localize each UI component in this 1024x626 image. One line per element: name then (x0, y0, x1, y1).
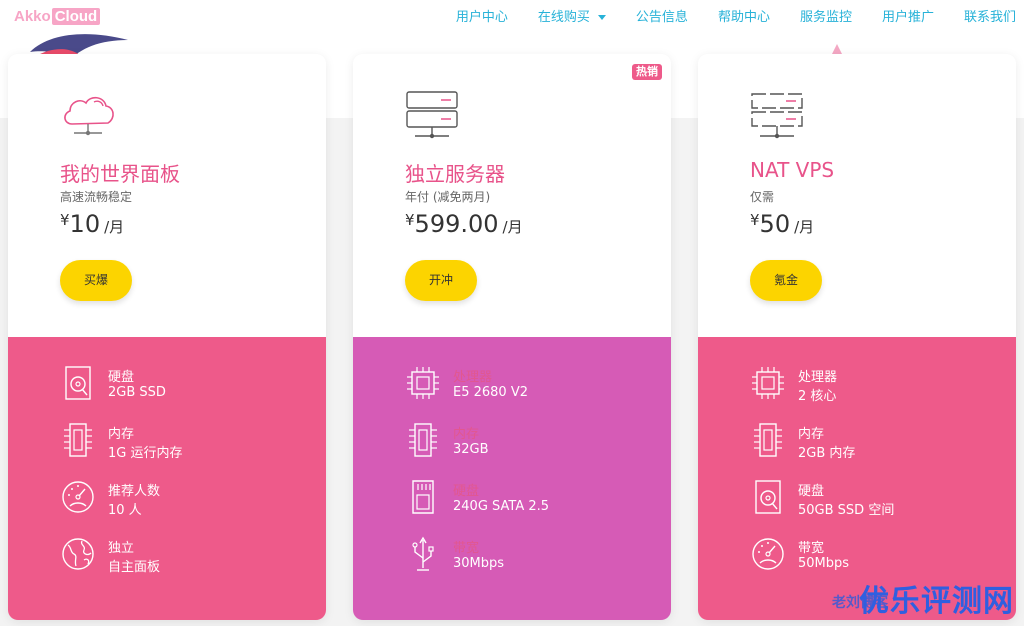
gauge-icon (752, 538, 784, 570)
top-nav: 用户中心 在线购买 公告信息 帮助中心 服务监控 用户推广 联系我们 (426, 8, 1016, 28)
spec-value: 自主面板 (108, 560, 161, 575)
plan-name: 独立服务器 (405, 162, 505, 186)
plan-name: NAT VPS (750, 158, 835, 182)
chevron-down-icon (597, 15, 606, 20)
watermark-brand: 优乐评测网 (859, 585, 1014, 618)
spec-item: 内存 1G 运行内存 (60, 422, 310, 462)
spec-label: 硬盘 (108, 370, 135, 385)
spec-item: 带宽 30Mbps (405, 536, 655, 576)
gauge-icon (62, 481, 94, 513)
memory-icon (754, 423, 782, 457)
spec-label: 硬盘 (798, 484, 825, 499)
nav-contact-us[interactable]: 联系我们 (964, 8, 1016, 28)
plan-name: 我的世界面板 (60, 162, 180, 186)
spec-item: 推荐人数 10 人 (60, 479, 310, 519)
spec-value: E5 2680 V2 (453, 385, 528, 400)
nav-user-center[interactable]: 用户中心 (456, 8, 508, 28)
disk-icon (755, 480, 781, 514)
spec-label: 内存 (108, 427, 135, 442)
server-icon (751, 93, 803, 139)
price-amount: 599.00 (414, 210, 499, 238)
spec-value: 50GB SSD 空间 (798, 503, 895, 518)
buy-button[interactable]: 开冲 (405, 260, 477, 301)
spec-value: 2GB SSD (108, 385, 166, 400)
plan-card-header: NAT VPS 仅需 ¥50/月 氪金 (698, 54, 1016, 337)
globe-icon (62, 538, 94, 570)
spec-item: 硬盘 50GB SSD 空间 (750, 479, 1000, 519)
currency-symbol: ¥ (60, 211, 70, 229)
usb-icon (412, 536, 434, 571)
plan-card-nat-vps: NAT VPS 仅需 ¥50/月 氪金 处理器 2 核心 内存 2GB 内存 硬… (698, 54, 1016, 620)
spec-label: 硬盘 (453, 484, 480, 499)
spec-label: 处理器 (453, 370, 493, 385)
spec-value: 2GB 内存 (798, 446, 856, 461)
spec-value: 50Mbps (798, 556, 850, 571)
spec-label: 带宽 (798, 541, 825, 556)
plan-specs: 硬盘 2GB SSD 内存 1G 运行内存 推荐人数 10 人 独立 自主面板 (8, 337, 326, 620)
spec-value: 10 人 (108, 503, 142, 518)
spec-item: 硬盘 2GB SSD (60, 365, 310, 405)
nav-help-center[interactable]: 帮助中心 (718, 8, 770, 28)
cpu-icon (407, 367, 439, 399)
price-amount: 50 (759, 210, 791, 238)
spec-item: 处理器 2 核心 (750, 365, 1000, 405)
spec-label: 带宽 (453, 541, 480, 556)
spec-value: 32GB (453, 442, 489, 457)
memory-icon (64, 423, 92, 457)
price-amount: 10 (69, 210, 101, 238)
plan-price: ¥50/月 (750, 210, 814, 238)
spec-value: 1G 运行内存 (108, 446, 183, 461)
plan-card-header: 热销 独立服务器 年付 (减免两月) ¥599.00/月 开冲 (353, 54, 671, 337)
server-icon (406, 91, 458, 139)
sd-card-icon (412, 480, 434, 514)
plan-card-dedicated-server: 热销 独立服务器 年付 (减免两月) ¥599.00/月 开冲 处理器 E5 2… (353, 54, 671, 620)
buy-button[interactable]: 买爆 (60, 260, 132, 301)
plan-price: ¥599.00/月 (405, 210, 523, 238)
plan-specs: 处理器 E5 2680 V2 内存 32GB 硬盘 240G SATA 2.5 … (353, 337, 671, 620)
spec-item: 带宽 50Mbps (750, 536, 1000, 576)
cloud-icon (64, 96, 114, 136)
nav-service-monitor[interactable]: 服务监控 (800, 8, 852, 28)
spec-label: 处理器 (798, 370, 838, 385)
cpu-icon (752, 367, 784, 399)
price-period: /月 (502, 218, 523, 236)
plan-card-header: 我的世界面板 高速流畅稳定 ¥10/月 买爆 (8, 54, 326, 337)
plan-subtitle: 仅需 (750, 190, 775, 204)
plan-card-minecraft: 我的世界面板 高速流畅稳定 ¥10/月 买爆 硬盘 2GB SSD 内存 1G … (8, 54, 326, 620)
spec-item: 硬盘 240G SATA 2.5 (405, 479, 655, 519)
plan-price: ¥10/月 (60, 210, 124, 238)
buy-button[interactable]: 氪金 (750, 260, 822, 301)
spec-label: 推荐人数 (108, 484, 161, 499)
spec-label: 独立 (108, 541, 135, 556)
nav-user-promotion[interactable]: 用户推广 (882, 8, 934, 28)
memory-icon (409, 423, 437, 457)
spec-label: 内存 (453, 427, 480, 442)
spec-item: 内存 32GB (405, 422, 655, 462)
price-period: /月 (104, 218, 125, 236)
spec-value: 2 核心 (798, 389, 837, 404)
spec-label: 内存 (798, 427, 825, 442)
plan-subtitle: 年付 (减免两月) (405, 190, 491, 204)
disk-icon (65, 366, 91, 400)
currency-symbol: ¥ (750, 211, 760, 229)
price-period: /月 (794, 218, 815, 236)
nav-announcements[interactable]: 公告信息 (636, 8, 688, 28)
decorative-triangle (832, 44, 842, 54)
hot-badge: 热销 (632, 64, 662, 80)
nav-buy-online-label: 在线购买 (537, 10, 590, 25)
plan-subtitle: 高速流畅稳定 (60, 190, 133, 204)
spec-item: 内存 2GB 内存 (750, 422, 1000, 462)
nav-buy-online[interactable]: 在线购买 (538, 8, 606, 28)
currency-symbol: ¥ (405, 211, 415, 229)
spec-item: 处理器 E5 2680 V2 (405, 365, 655, 405)
spec-value: 30Mbps (453, 556, 505, 571)
spec-item: 独立 自主面板 (60, 536, 310, 576)
spec-value: 240G SATA 2.5 (453, 499, 550, 514)
